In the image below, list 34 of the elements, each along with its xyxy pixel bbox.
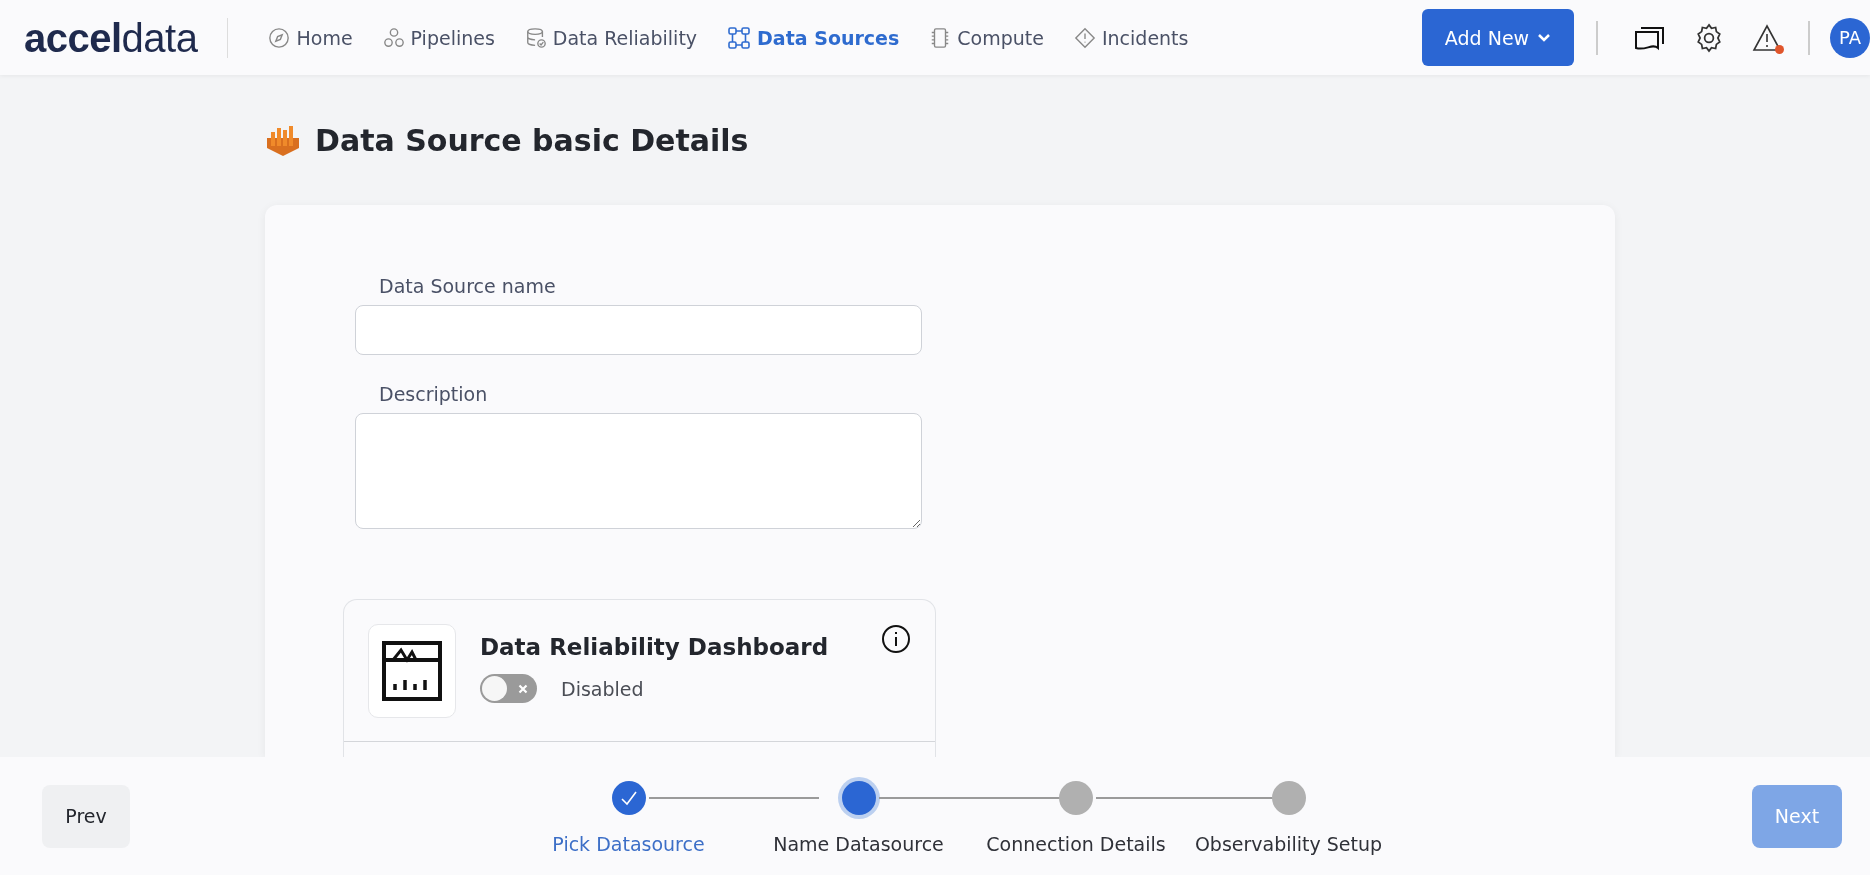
database-icon: [524, 26, 547, 49]
compass-icon: [268, 26, 291, 49]
info-icon[interactable]: [881, 624, 911, 654]
feature-title: Data Reliability Dashboard: [480, 634, 830, 660]
logo[interactable]: acceldata: [24, 17, 229, 58]
nodes-icon: [382, 26, 405, 49]
step-label: Name Datasource: [773, 833, 944, 855]
field-label: Description: [379, 383, 489, 405]
toggle-status: Disabled: [561, 677, 644, 700]
prev-button[interactable]: Prev: [42, 784, 130, 848]
page-title: Data Source basic Details: [315, 122, 749, 158]
user-avatar[interactable]: PA: [1830, 17, 1870, 58]
field-label: Data Source name: [379, 275, 557, 297]
add-new-button[interactable]: Add New: [1422, 9, 1574, 66]
nav-tab[interactable]: Compute: [917, 19, 1056, 56]
step-label: Pick Datasource: [552, 833, 705, 855]
nav-tab[interactable]: Pipelines: [370, 19, 507, 56]
name-input-field[interactable]: [355, 305, 922, 355]
cross-icon: [518, 684, 528, 694]
network-icon: [727, 25, 752, 50]
chevron-down-icon: [1537, 32, 1552, 43]
step-label: Connection Details: [986, 833, 1166, 855]
nav-tab[interactable]: Data Sources: [715, 19, 912, 56]
check-icon: [619, 790, 638, 806]
nav-tab[interactable]: Home: [256, 19, 365, 56]
monitor-chart-icon: [381, 640, 443, 702]
nav-tab[interactable]: Incidents: [1061, 19, 1201, 56]
step-label: Observability Setup: [1194, 833, 1383, 855]
nav-tab[interactable]: Data Reliability: [512, 19, 710, 56]
toggle-switch[interactable]: [480, 674, 537, 703]
bar-chart-logo-icon: [265, 124, 301, 156]
description-field[interactable]: [355, 413, 922, 529]
settings-icon: [1694, 22, 1724, 53]
warning-diamond-icon: [1073, 26, 1096, 49]
